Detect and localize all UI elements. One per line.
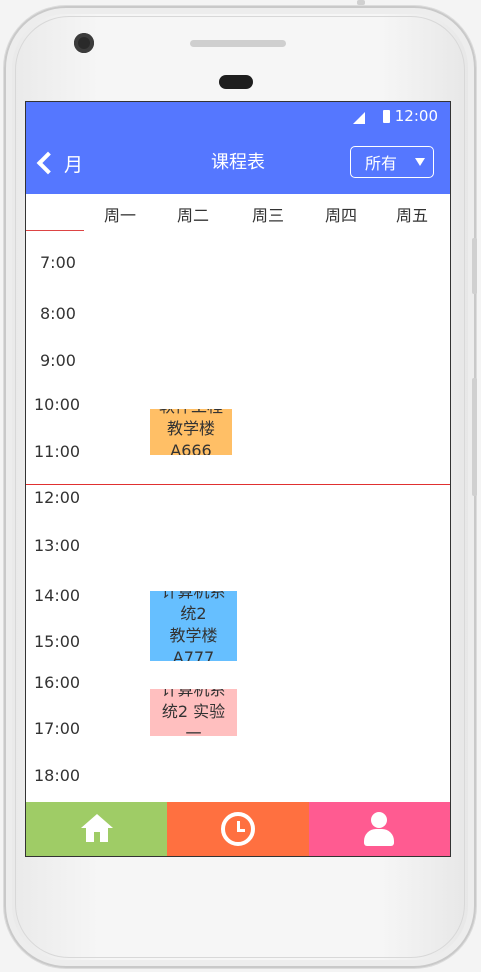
- time-label: 10:00: [34, 395, 81, 414]
- time-label: 18:00: [34, 766, 81, 785]
- time-label: 15:00: [34, 632, 81, 651]
- power-button: [472, 378, 477, 496]
- battery-icon: [383, 110, 390, 123]
- time-label: 11:00: [34, 442, 81, 461]
- course-room: A777: [172, 648, 215, 661]
- caret-down-icon: [415, 158, 425, 166]
- tab-home[interactable]: [26, 802, 168, 856]
- bottom-tab-bar: [26, 802, 450, 856]
- course-detail: 一: [185, 724, 202, 736]
- home-icon: [79, 814, 115, 844]
- time-label: 13:00: [34, 536, 81, 555]
- time-label: 17:00: [34, 719, 81, 738]
- status-bar: 12:00: [26, 102, 450, 132]
- time-label: 12:00: [34, 488, 81, 507]
- course-block-computer-systems[interactable]: 计算机系统2 教学楼 A777: [150, 591, 237, 661]
- tab-profile[interactable]: [308, 802, 450, 856]
- front-camera: [74, 33, 94, 53]
- time-label: 8:00: [40, 304, 76, 323]
- time-label: 16:00: [34, 673, 81, 692]
- earpiece-speaker: [190, 40, 286, 47]
- time-label: 14:00: [34, 586, 81, 605]
- proximity-sensor: [219, 75, 253, 89]
- current-time-line: [26, 484, 450, 485]
- time-label: 9:00: [40, 351, 76, 370]
- course-name: 计算机系统2: [161, 591, 226, 623]
- clock-icon: [220, 812, 255, 846]
- header-underline: [26, 230, 84, 231]
- course-name: 计算机系统2 实验: [161, 689, 226, 721]
- day-tue: 周二: [176, 206, 209, 225]
- volume-button: [472, 238, 477, 294]
- day-mon: 周一: [103, 206, 136, 225]
- course-building: 教学楼: [169, 626, 218, 645]
- course-block-software-engineering[interactable]: 软件工程 教学楼 A666: [150, 409, 232, 455]
- status-time: 12:00: [394, 107, 438, 125]
- filter-dropdown[interactable]: 所有: [350, 146, 434, 178]
- weekday-header: 周一 周二 周三 周四 周五: [26, 194, 450, 232]
- course-name: 软件工程: [150, 409, 232, 418]
- course-block-computer-systems-lab[interactable]: 计算机系统2 实验 一: [150, 689, 237, 736]
- day-wed: 周三: [251, 206, 284, 225]
- course-room: A666: [170, 441, 212, 455]
- filter-value: 所有: [365, 154, 398, 173]
- time-label: 7:00: [40, 253, 76, 272]
- schedule-grid: 7:00 8:00 9:00 10:00 11:00 12:00 13:00 1…: [26, 232, 450, 800]
- course-building: 教学楼: [166, 419, 215, 438]
- top-button: [357, 0, 365, 5]
- day-fri: 周五: [395, 206, 428, 225]
- screen: 12:00 月 课程表 所有 周一 周二 周三 周四 周五 7:00 8:00 …: [25, 101, 451, 857]
- app-bar: 月 课程表 所有: [26, 132, 450, 194]
- user-icon: [364, 812, 395, 846]
- day-thu: 周四: [324, 206, 357, 225]
- tab-schedule[interactable]: [167, 802, 309, 856]
- signal-icon: [353, 112, 365, 124]
